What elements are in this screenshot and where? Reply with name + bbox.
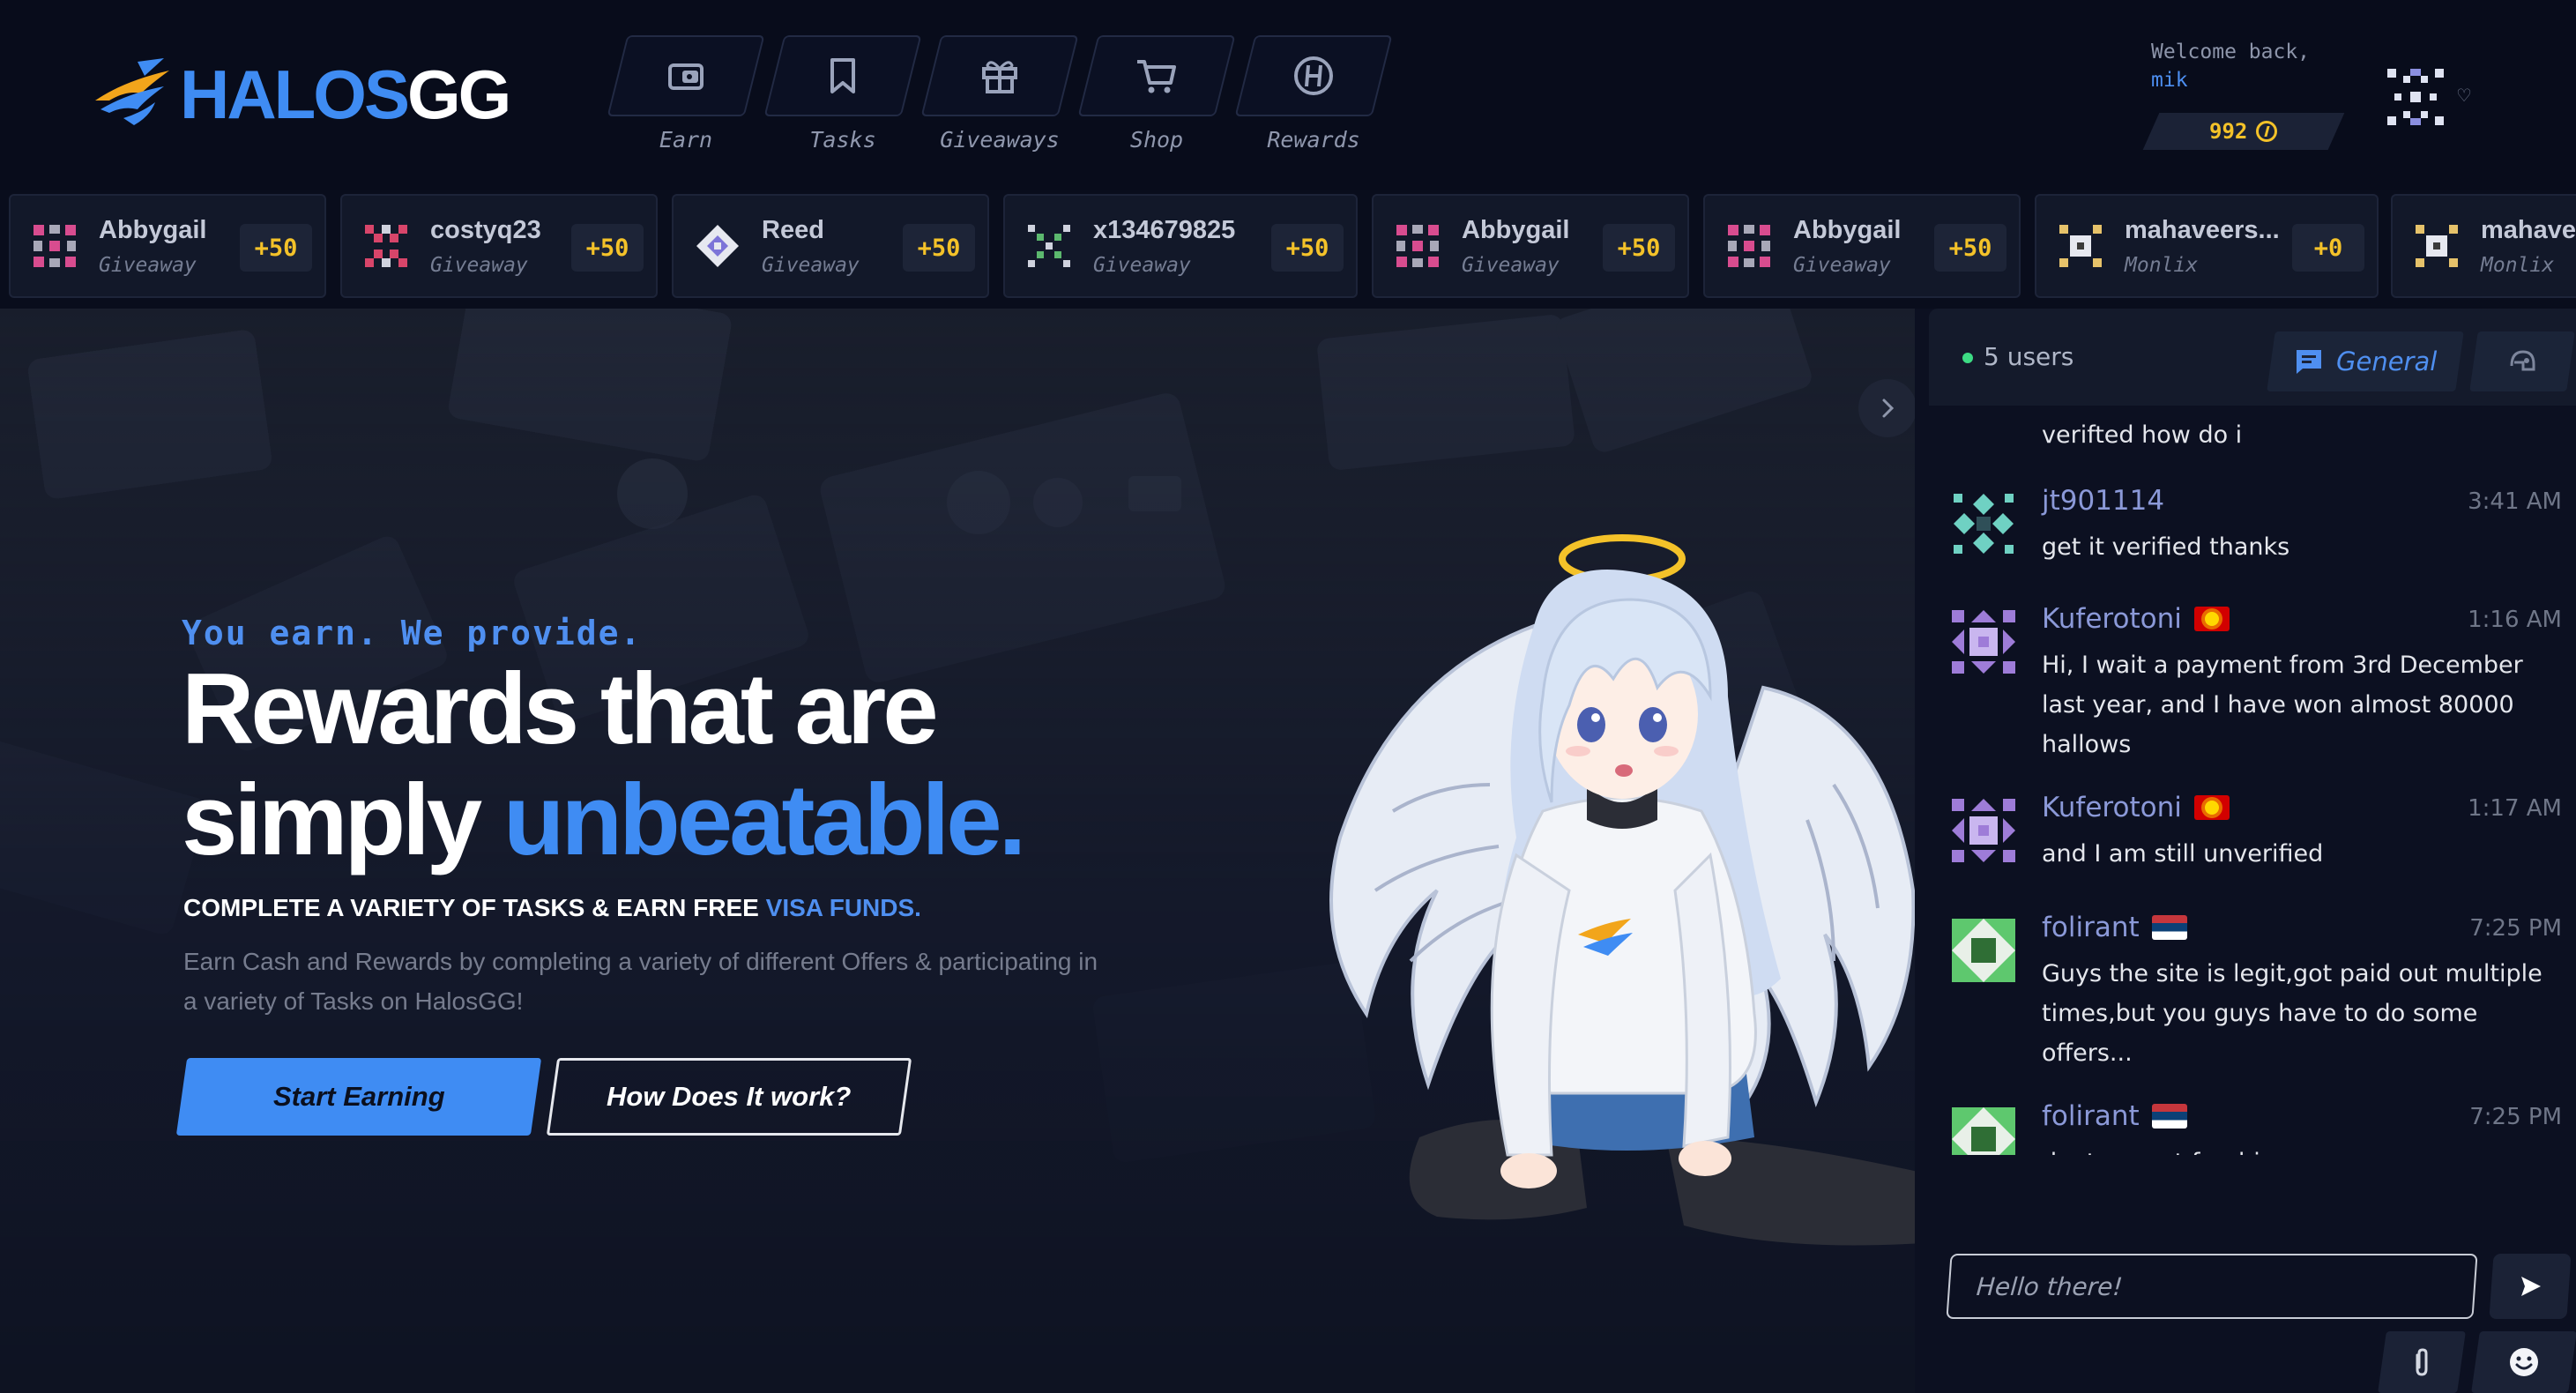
serbia-flag-icon [2151,1104,2187,1129]
identicon-avatar [34,225,76,267]
chat-message-text: and I am still unverified [2042,840,2324,868]
chat-message-text: get it verified thanks [2042,533,2290,561]
paperclip-icon [2416,1348,2428,1376]
attach-file-button[interactable] [2378,1331,2466,1393]
nav-item-shop[interactable]: Shop [1077,35,1236,153]
nav-item-rewards[interactable]: Rewards [1234,35,1393,153]
chat-timestamp: 1:17 AM [2468,795,2562,822]
carousel-next-button[interactable] [1858,379,1915,437]
chat-message-text: dont expect freebies [2042,1143,2562,1155]
cart-icon [1137,60,1176,93]
balance-badge[interactable]: 992 [2142,113,2345,150]
ticker-amount: +50 [1603,224,1675,272]
ticker-amount: +50 [903,224,975,272]
identicon-avatar [1728,225,1770,267]
user-avatar[interactable] [2384,65,2447,129]
welcome-label: Welcome back, [2151,41,2311,63]
halosgg-logo[interactable]: HALOSGG [88,55,511,134]
chat-messages: verifted how do i jt901114 3:41 AM get i… [1915,406,2576,1155]
hero-subheading: COMPLETE A VARIETY OF TASKS & EARN FREE … [183,894,921,921]
hero-description: Earn Cash and Rewards by completing a va… [183,948,1098,1015]
chat-username[interactable]: folirant [2042,912,2187,943]
ticker-amount: +0 [2292,224,2364,272]
logo-text: HALOSGG [180,56,511,133]
ticker-amount: +50 [1934,224,2006,272]
chevron-right-icon [1882,399,1895,418]
hero-title: Rewards that are simply unbeatable. [182,653,1026,876]
chat-timestamp: 3:41 AM [2468,488,2562,515]
start-earning-button[interactable]: Start Earning [175,1058,542,1136]
ticker-amount: +50 [571,224,644,272]
identicon-avatar [1396,225,1439,267]
user-avatar[interactable] [1948,915,2019,986]
macedonia-flag-icon [2193,607,2230,631]
identicon-avatar [2416,225,2458,267]
identicon-avatar [696,225,739,267]
chat-username[interactable]: Kuferotoni [2042,603,2230,635]
tab-helmet-channel[interactable] [2469,331,2575,391]
macedonia-flag-icon [2193,795,2230,820]
halo-wing-logo-icon [95,58,169,125]
live-earnings-ticker: Abbygail Giveaway +50 costyq23 Giveaway +5… [0,194,2576,300]
send-icon [2521,1277,2541,1296]
hero-eyebrow: You earn. We provide. [182,614,643,652]
nav-item-tasks[interactable]: Tasks [763,35,922,153]
top-header: HALOSGG Earn Tasks Giveaways Shop Reward… [0,0,2576,190]
identicon-avatar [2059,225,2102,267]
chat-username[interactable]: folirant [2042,1100,2187,1132]
smiley-icon [2510,1348,2538,1376]
chat-timestamp: 7:25 PM [2469,1104,2562,1130]
halo-coin-icon [1294,56,1333,95]
user-avatar[interactable] [1948,607,2019,677]
chat-message-input[interactable] [1946,1254,2478,1319]
identicon-avatar [365,225,407,267]
main-nav: Earn Tasks Giveaways Shop Rewards [607,35,1393,153]
ticker-amount: +50 [1271,224,1344,272]
user-avatar[interactable] [1948,795,2019,866]
username[interactable]: mik [2151,69,2363,92]
emoji-picker-button[interactable] [2471,1331,2576,1393]
chat-username[interactable]: jt901114 [2042,485,2164,517]
ticker-card[interactable]: costyq23 Giveaway +50 [340,194,658,298]
online-indicator [1962,353,1973,363]
serbia-flag-icon [2151,915,2187,940]
chat-username[interactable]: Kuferotoni [2042,792,2230,823]
chat-message-text: Hi, I wait a payment from 3rd December l… [2042,652,2523,758]
ticker-card[interactable]: mahaveers... Monlix +0 [2035,194,2379,298]
balance-value: 992 [2209,119,2248,144]
online-users-count: 5 users [1984,342,2074,371]
chat-message-text: Guys the site is legit,got paid out mult… [2042,960,2542,1067]
chat-message-text: verifted how do i [2042,421,2243,449]
wallet-icon [668,63,704,90]
gift-icon [982,61,1017,93]
heart-icon[interactable]: ♡ [2456,85,2472,107]
bookmark-icon [830,58,855,93]
ticker-card[interactable]: Abbygail Giveaway +50 [1703,194,2021,298]
ticker-card[interactable]: Abbygail Giveaway +50 [9,194,326,298]
ticker-card[interactable]: Reed Giveaway +50 [672,194,989,298]
chat-timestamp: 7:25 PM [2469,915,2562,942]
identicon-avatar [1028,225,1070,267]
chat-timestamp: 1:16 AM [2468,607,2562,633]
how-does-it-work-button[interactable]: How Does It work? [546,1058,912,1136]
hero-section: You earn. We provide. Rewards that are s… [0,309,1915,1393]
chat-bubble-icon [2296,350,2321,374]
nav-item-earn[interactable]: Earn [607,35,765,153]
angel-mascot-illustration [1329,534,1915,1246]
ticker-amount: +50 [240,224,312,272]
nav-item-giveaways[interactable]: Giveaways [920,35,1079,153]
chat-header: 5 users General [1929,309,2576,406]
coin-icon [2256,121,2278,142]
user-avatar[interactable] [1948,488,2019,559]
chat-panel: 5 users General verifted how do i jt9011… [1915,309,2576,1393]
tab-general-channel[interactable]: General [2267,331,2464,391]
send-message-button[interactable] [2489,1254,2572,1319]
user-info: Welcome back, mik 992 [2142,41,2363,150]
ticker-card[interactable]: x134679825 Giveaway +50 [1003,194,1358,298]
user-avatar[interactable] [1948,1104,2019,1155]
ticker-card[interactable]: mahaveeMonlix [2391,194,2576,298]
ticker-card[interactable]: Abbygail Giveaway +50 [1372,194,1689,298]
helmet-icon [2510,350,2535,371]
